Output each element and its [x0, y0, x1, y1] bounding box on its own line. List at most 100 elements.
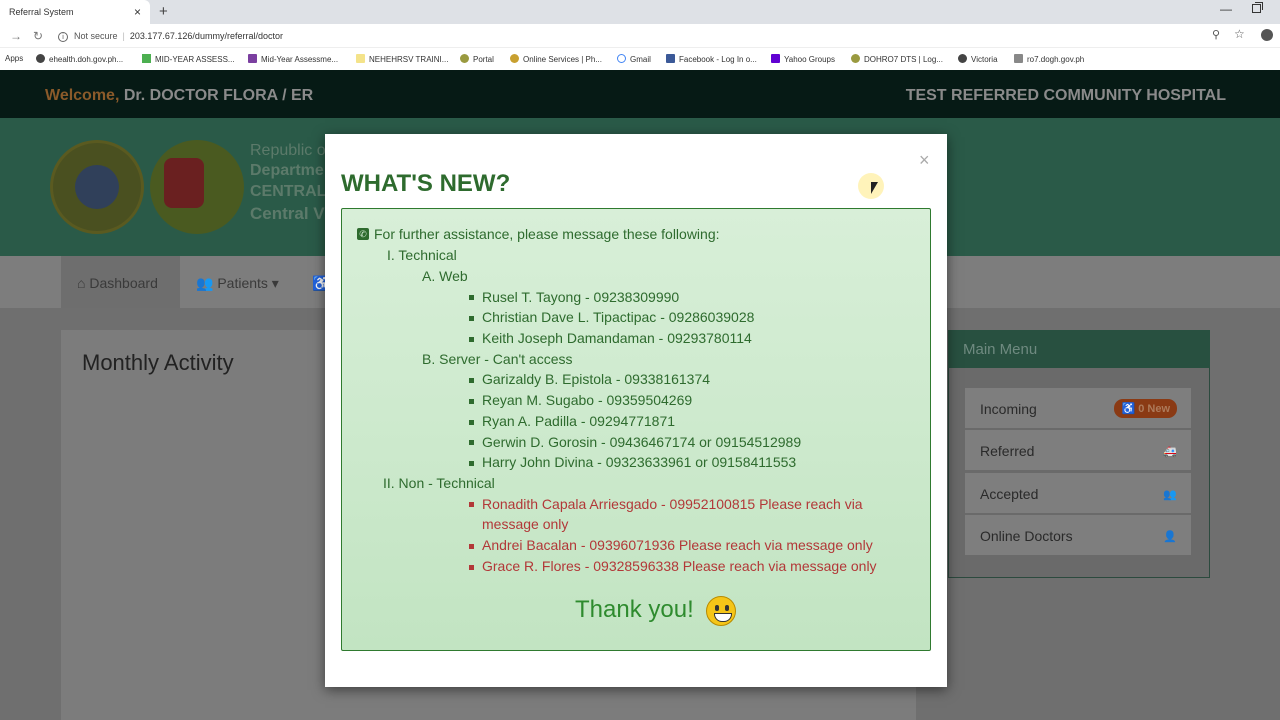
contact-item: Harry John Divina - 09323633961 or 09158…	[482, 454, 797, 470]
globe-icon	[36, 54, 45, 63]
doh-seal-logo	[50, 140, 144, 234]
nav-patients[interactable]: 👥 Patients ▾	[196, 256, 279, 308]
bookmark-item[interactable]: Mid-Year Assessme...	[248, 54, 338, 64]
contact-item: Grace R. Flores - 09328596338 Please rea…	[482, 558, 877, 574]
bullet	[469, 502, 474, 507]
back-icon[interactable]: →	[10, 29, 22, 43]
google-icon	[617, 54, 626, 63]
forms-icon	[248, 54, 257, 63]
tab-title: Referral System	[9, 7, 74, 17]
phone-icon: ✆	[357, 228, 369, 240]
services-icon	[510, 54, 519, 63]
nontechnical-heading: II. Non - Technical	[383, 475, 495, 491]
users-icon: 👥	[1163, 489, 1177, 501]
bullet	[469, 440, 474, 445]
address-bar[interactable]: i Not secure | 203.177.67.126/dummy/referra…	[58, 27, 1248, 45]
dts-icon	[851, 54, 860, 63]
home-icon: ⌂	[77, 275, 90, 291]
bookmark-item[interactable]: MID-YEAR ASSESS...	[142, 54, 235, 64]
yahoo-icon	[771, 54, 780, 63]
bullet	[469, 420, 474, 425]
bullet	[469, 399, 474, 404]
bullet	[469, 295, 474, 300]
doctor-icon: 👤	[1163, 531, 1177, 543]
drive-icon	[142, 54, 151, 63]
bullet	[469, 461, 474, 466]
bookmark-star-icon[interactable]: ☆	[1234, 27, 1245, 41]
banner-line: Republic of	[250, 142, 331, 159]
contact-item: Ronadith Capala Arriesgado - 09952100815…	[482, 496, 863, 512]
menu-incoming[interactable]: Incoming ♿ 0 New	[964, 387, 1192, 429]
bookmark-item[interactable]: Gmail	[617, 54, 651, 64]
menu-accepted[interactable]: Accepted 👥	[964, 472, 1192, 514]
fourmula-one-logo	[150, 140, 244, 234]
contact-item: Keith Joseph Damandaman - 09293780114	[482, 330, 752, 346]
contact-item: Gerwin D. Gorosin - 09436467174 or 09154…	[482, 434, 802, 450]
menu-online-doctors[interactable]: Online Doctors 👤	[964, 514, 1192, 556]
info-icon[interactable]: i	[58, 32, 68, 42]
web-heading: A. Web	[422, 268, 468, 284]
bookmarks-bar: Apps ehealth.doh.gov.ph... MID-YEAR ASSE…	[0, 48, 1280, 70]
nav-dashboard[interactable]: ⌂ Dashboard	[61, 256, 180, 308]
bullet	[469, 316, 474, 321]
globe-icon	[958, 54, 967, 63]
modal-title: WHAT'S NEW?	[341, 170, 511, 197]
browser-toolbar: → ↻ i Not secure | 203.177.67.126/dummy/ref…	[0, 24, 1280, 48]
hospital-name: TEST REFERRED COMMUNITY HOSPITAL	[905, 87, 1226, 104]
contact-item: Ryan A. Padilla - 09294771871	[482, 413, 676, 429]
bookmark-item[interactable]: DOHRO7 DTS | Log...	[851, 54, 943, 64]
bookmark-item[interactable]: NEHEHRSV TRAINI...	[356, 54, 448, 64]
new-tab-icon[interactable]: +	[159, 3, 168, 20]
bookmark-item[interactable]: Victoria	[958, 54, 998, 64]
bookmark-item[interactable]: Yahoo Groups	[771, 54, 835, 64]
main-menu-title: Main Menu	[948, 330, 1210, 368]
bookmark-item[interactable]: ehealth.doh.gov.ph...	[36, 54, 123, 64]
server-heading: B. Server - Can't access	[422, 351, 573, 367]
bookmark-item[interactable]: ro7.dogh.gov.ph	[1014, 54, 1084, 64]
ambulance-icon: 🚑	[1163, 446, 1177, 458]
reload-icon[interactable]: ↻	[33, 29, 43, 43]
card-title: Monthly Activity	[82, 350, 234, 375]
contact-item: Andrei Bacalan - 09396071936 Please reac…	[482, 537, 873, 553]
welcome-text: Welcome, Dr. DOCTOR FLORA / ER	[45, 87, 314, 104]
url-text: 203.177.67.126/dummy/referral/doctor	[129, 31, 283, 41]
menu-referred[interactable]: Referred 🚑	[964, 429, 1192, 471]
portal-icon	[460, 54, 469, 63]
mouse-cursor	[871, 182, 878, 194]
banner-line: Departme	[250, 162, 324, 179]
banner-line: Central V	[250, 204, 325, 223]
users-icon: 👥	[196, 275, 218, 291]
bullet	[469, 337, 474, 342]
close-icon[interactable]: ×	[919, 150, 930, 171]
bullet	[469, 544, 474, 549]
incoming-badge: ♿ 0 New	[1114, 399, 1177, 418]
grinning-face-icon	[706, 596, 736, 626]
restore-icon[interactable]	[1252, 2, 1263, 13]
bookmark-item[interactable]: Facebook - Log In o...	[666, 54, 757, 64]
facebook-icon	[666, 54, 675, 63]
caret-down-icon: ▾	[267, 275, 279, 291]
bookmark-item[interactable]: Online Services | Ph...	[510, 54, 602, 64]
minimize-icon[interactable]: —	[1220, 2, 1232, 16]
contact-item: Christian Dave L. Tipactipac - 092860390…	[482, 309, 755, 325]
browser-tab[interactable]: Referral System ×	[0, 0, 150, 24]
close-tab-icon[interactable]: ×	[134, 5, 141, 19]
bookmark-item[interactable]: Portal	[460, 54, 494, 64]
banner-line: CENTRAL	[250, 183, 327, 200]
assistance-intro: For further assistance, please message t…	[374, 226, 720, 242]
bullet	[469, 565, 474, 570]
page-icon	[1014, 54, 1023, 63]
contact-item: Reyan M. Sugabo - 09359504269	[482, 392, 693, 408]
contact-item: Garizaldy B. Epistola - 09338161374	[482, 371, 711, 387]
browser-tab-bar: Referral System × + —	[0, 0, 1280, 24]
welcome-bar: Welcome, Dr. DOCTOR FLORA / ER TEST REFE…	[0, 70, 1280, 118]
not-secure-label: Not secure	[74, 31, 118, 41]
profile-icon[interactable]	[1261, 29, 1273, 41]
bookmark-apps[interactable]: Apps	[5, 54, 23, 63]
technical-heading: I. Technical	[387, 247, 457, 263]
bullet	[469, 378, 474, 383]
contact-item: Rusel T. Tayong - 09238309990	[482, 289, 680, 305]
folder-icon	[356, 54, 365, 63]
zoom-icon[interactable]: ⚲	[1212, 28, 1220, 41]
contact-item-continued: message only	[482, 516, 569, 532]
